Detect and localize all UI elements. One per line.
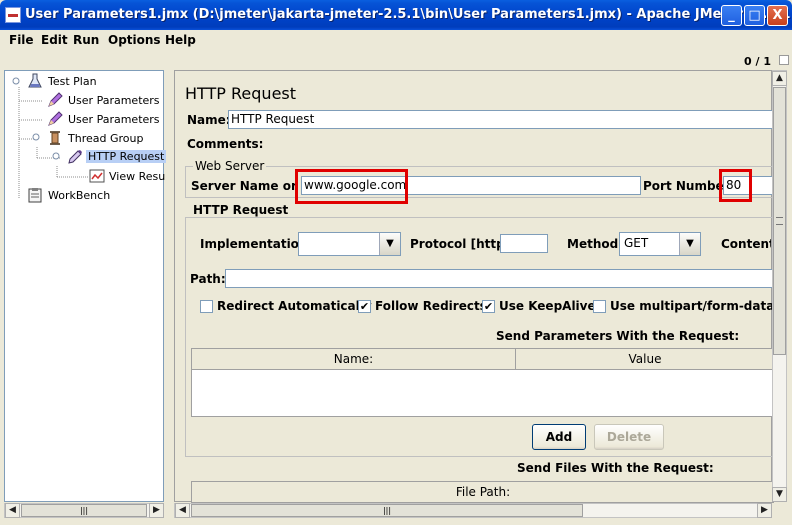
chevron-down-icon[interactable]: ▼ — [379, 233, 400, 255]
title-bar[interactable]: User Parameters1.jmx (D:\jmeter\jakarta-… — [0, 0, 792, 30]
method-value: GET — [624, 236, 649, 250]
add-button[interactable]: Add — [532, 424, 586, 450]
name-input[interactable]: HTTP Request — [228, 110, 773, 129]
redirect-automatically-label: Redirect Automatically — [217, 299, 372, 313]
follow-redirects-label: Follow Redirects — [375, 299, 487, 313]
delete-button[interactable]: Delete — [594, 424, 664, 450]
scroll-right-button[interactable]: ▶ — [149, 503, 164, 518]
use-keepalive-label: Use KeepAlive — [499, 299, 596, 313]
selection-counter: 0 / 1 — [744, 55, 771, 68]
check-icon: ✔ — [359, 300, 370, 313]
files-table[interactable]: File Path: — [191, 481, 774, 503]
scroll-left-button[interactable]: ◀ — [175, 503, 190, 518]
name-label: Name: — [187, 113, 231, 127]
implementation-label: Implementation: — [200, 237, 313, 251]
tree-node-thread-group[interactable]: Thread Group — [68, 132, 143, 145]
comments-label: Comments: — [187, 137, 264, 151]
menu-edit[interactable]: Edit — [41, 33, 68, 47]
redirect-automatically-checkbox[interactable] — [200, 300, 213, 313]
pencil-icon — [48, 92, 63, 107]
send-parameters-title: Send Parameters With the Request: — [496, 329, 740, 343]
minimize-button[interactable]: _ — [721, 5, 742, 26]
split-pane-divider[interactable] — [166, 70, 172, 518]
scroll-down-button[interactable]: ▼ — [772, 487, 787, 502]
window-title: User Parameters1.jmx (D:\jmeter\jakarta-… — [25, 7, 792, 22]
panel-vertical-scrollbar[interactable]: ▲ ▼ — [772, 70, 787, 502]
use-multipart-checkbox[interactable] — [593, 300, 606, 313]
path-input[interactable] — [225, 269, 773, 288]
send-files-title: Send Files With the Request: — [517, 461, 714, 475]
tree-node-http-request[interactable]: HTTP Request — [86, 150, 167, 163]
highlight-box — [719, 169, 752, 202]
app-icon — [5, 7, 21, 23]
check-icon: ✔ — [483, 300, 494, 313]
http-request-legend: HTTP Request — [191, 203, 291, 217]
tree-node-view-results[interactable]: View Resu — [109, 170, 165, 183]
menu-options[interactable]: Options — [108, 33, 161, 47]
test-plan-tree[interactable]: Test Plan User Parameters User Parameter… — [4, 70, 167, 502]
highlight-box — [295, 169, 408, 204]
scroll-thumb[interactable]: ||| — [21, 504, 147, 517]
clipboard-icon — [28, 188, 42, 203]
close-button[interactable]: X — [767, 5, 788, 26]
pipette-icon — [68, 150, 82, 164]
counter-box — [779, 55, 789, 65]
menu-help[interactable]: Help — [165, 33, 196, 47]
tree-horizontal-scrollbar[interactable]: ◀ ||| ▶ — [4, 503, 164, 518]
tree-node-workbench[interactable]: WorkBench — [48, 189, 110, 202]
tree-node-test-plan[interactable]: Test Plan — [48, 75, 97, 88]
maximize-button[interactable]: □ — [744, 5, 765, 26]
results-tree-icon — [89, 169, 105, 183]
menu-run[interactable]: Run — [73, 33, 99, 47]
method-label: Method: — [567, 237, 623, 251]
parameters-table[interactable]: Name: Value — [191, 348, 774, 417]
content-encoding-label: Content e — [721, 237, 771, 251]
use-keepalive-checkbox[interactable]: ✔ — [482, 300, 495, 313]
column-header-value[interactable]: Value — [516, 349, 774, 370]
column-header-name[interactable]: Name: — [192, 349, 516, 370]
method-select[interactable]: GET ▼ — [619, 232, 701, 256]
implementation-select[interactable]: ▼ — [298, 232, 401, 256]
http-request-panel: HTTP Request Name: HTTP Request Comments… — [174, 70, 775, 503]
column-header-file-path[interactable]: File Path: — [192, 482, 774, 503]
spool-icon — [50, 131, 60, 145]
grip-icon — [776, 217, 783, 225]
tree-node-user-parameters[interactable]: User Parameters — [68, 94, 160, 107]
use-multipart-label: Use multipart/form-data for P — [610, 299, 772, 313]
path-label: Path: — [190, 272, 226, 286]
tree-node-user-parameters[interactable]: User Parameters — [68, 113, 160, 126]
scroll-up-button[interactable]: ▲ — [772, 71, 787, 86]
web-server-legend: Web Server — [193, 159, 267, 173]
page-title: HTTP Request — [185, 84, 297, 103]
protocol-input[interactable] — [500, 234, 548, 253]
pencil-icon — [48, 111, 63, 126]
menu-bar: File Edit Run Options Help — [0, 30, 792, 52]
scroll-left-button[interactable]: ◀ — [5, 503, 20, 518]
panel-horizontal-scrollbar[interactable]: ◀ ||| ▶ — [174, 503, 772, 518]
follow-redirects-checkbox[interactable]: ✔ — [358, 300, 371, 313]
scroll-right-button[interactable]: ▶ — [757, 503, 772, 518]
menu-file[interactable]: File — [9, 33, 34, 47]
chevron-down-icon[interactable]: ▼ — [679, 233, 700, 255]
scroll-thumb[interactable]: ||| — [191, 504, 583, 517]
flask-icon — [28, 73, 42, 88]
